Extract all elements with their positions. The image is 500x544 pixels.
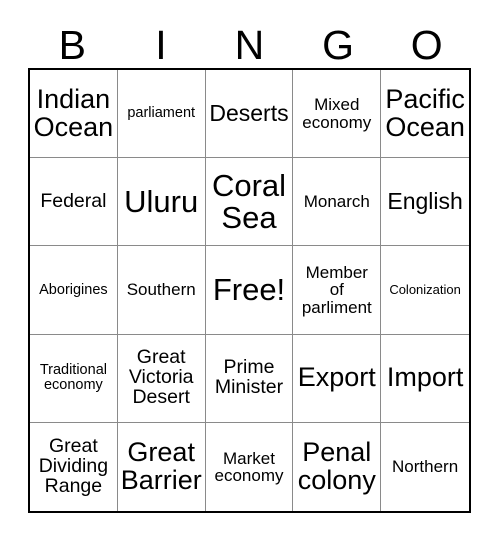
bingo-cell-label: Member of parliment [301, 263, 372, 317]
bingo-cell-label: parliament [127, 105, 196, 122]
bingo-cell-label: Northern [392, 457, 459, 477]
bingo-cell-label: Pacific Ocean [385, 84, 465, 142]
bingo-cell-label: Mixed economy [302, 95, 372, 132]
bingo-cell-label: Penal colony [297, 437, 376, 495]
bingo-cell-label: Traditional economy [39, 362, 107, 394]
bingo-cell[interactable]: Deserts [205, 70, 294, 159]
bingo-cell-label: Great Barrier [120, 437, 202, 495]
bingo-cell-label: Monarch [303, 192, 370, 212]
bingo-cell-label: Free! [212, 272, 286, 308]
bingo-header-letter-i: I [155, 21, 167, 68]
bingo-header-letter-g: G [322, 21, 355, 68]
bingo-cell[interactable]: Export [293, 334, 382, 423]
bingo-cell[interactable]: Member of parliment [293, 246, 382, 335]
bingo-cell-label: Market economy [214, 448, 284, 485]
bingo-cell-label: English [387, 188, 463, 215]
bingo-cell-label: Uluru [124, 183, 199, 219]
bingo-cell[interactable]: Mixed economy [293, 70, 382, 159]
bingo-cell-label: Indian Ocean [33, 84, 114, 142]
bingo-grid: Indian Ocean parliament Deserts Mixed econo… [28, 68, 471, 513]
bingo-cell-label: Prime Minister [214, 356, 284, 399]
bingo-cell[interactable]: Federal [30, 158, 118, 247]
bingo-cell[interactable]: Penal colony [293, 422, 382, 511]
bingo-cell[interactable]: Great Barrier [117, 422, 206, 511]
bingo-cell[interactable]: Great Victoria Desert [117, 334, 206, 423]
bingo-cell[interactable]: Traditional economy [30, 334, 118, 423]
bingo-cell-label: Colonization [389, 282, 461, 298]
bingo-cell[interactable]: Market economy [205, 422, 294, 511]
bingo-cell[interactable]: Prime Minister [205, 334, 294, 423]
bingo-cell[interactable]: Pacific Ocean [381, 70, 469, 159]
bingo-header-letter-b: B [58, 21, 86, 68]
bingo-cell[interactable]: Great Dividing Range [30, 422, 118, 511]
bingo-cell-label: Coral Sea [211, 168, 287, 235]
bingo-cell[interactable]: Colonization [381, 246, 469, 335]
bingo-cell-label: Great Victoria Desert [128, 346, 194, 409]
bingo-cell-label: Aborigines [39, 281, 108, 298]
bingo-header-letter-o: O [410, 21, 443, 68]
bingo-cell[interactable]: Northern [381, 422, 469, 511]
bingo-cell-label: Export [297, 362, 376, 393]
bingo-header: BINGO [28, 22, 471, 68]
bingo-cell[interactable]: Monarch [293, 158, 382, 247]
bingo-card: B I N G O Indian Ocean parliament Deserts Mixed… [0, 0, 500, 544]
bingo-cell[interactable]: Indian Ocean [30, 70, 118, 159]
bingo-cell[interactable]: Uluru [117, 158, 206, 247]
bingo-free-space[interactable]: Free! [205, 246, 294, 335]
bingo-cell-label: Deserts [209, 99, 289, 126]
bingo-cell-label: Southern [126, 280, 196, 300]
bingo-cell-label: Great Dividing Range [38, 435, 109, 497]
bingo-cell[interactable]: English [381, 158, 469, 247]
bingo-cell-label: Federal [40, 189, 107, 212]
bingo-cell-label: Import [386, 362, 464, 393]
bingo-header-letter-n: N [234, 21, 265, 68]
bingo-cell[interactable]: Import [381, 334, 469, 423]
bingo-cell[interactable]: Coral Sea [205, 158, 294, 247]
bingo-cell[interactable]: Aborigines [30, 246, 118, 335]
bingo-cell[interactable]: parliament [117, 70, 206, 159]
bingo-cell[interactable]: Southern [117, 246, 206, 335]
